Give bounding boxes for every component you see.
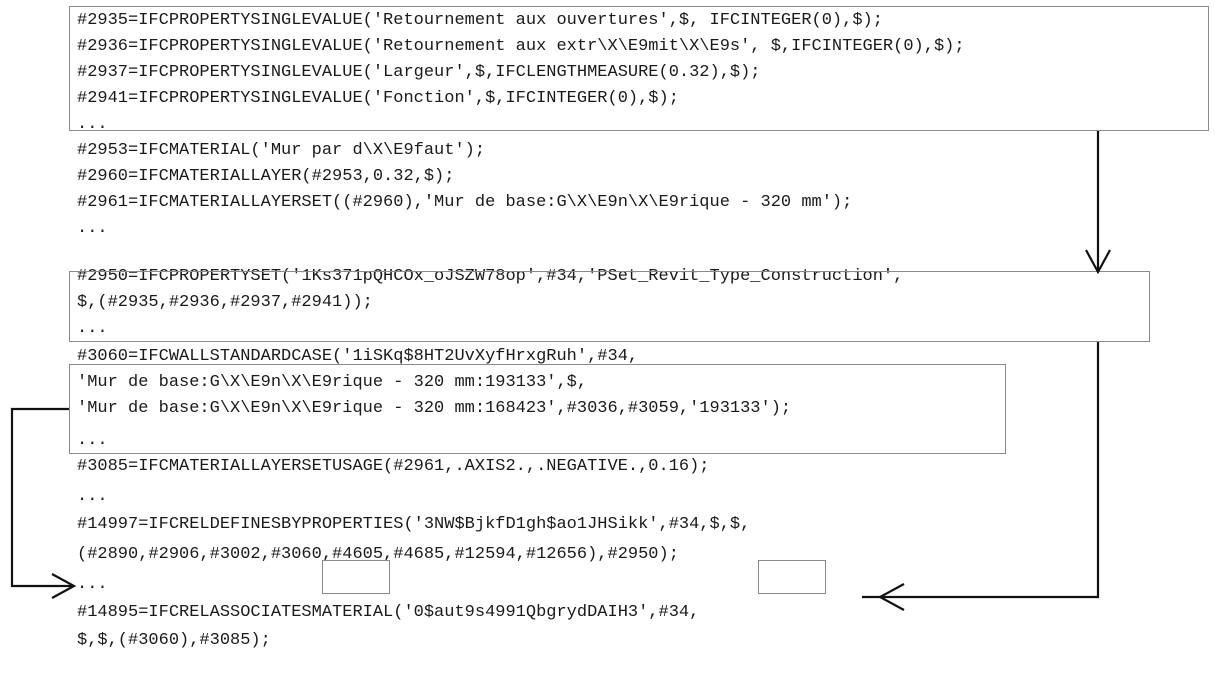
relation-arrows: [10, 131, 1111, 611]
arrow-pset-to-2950: [862, 342, 1100, 611]
arrow-values-to-pset: [1085, 131, 1111, 275]
arrow-wall-to-3060: [10, 407, 77, 599]
